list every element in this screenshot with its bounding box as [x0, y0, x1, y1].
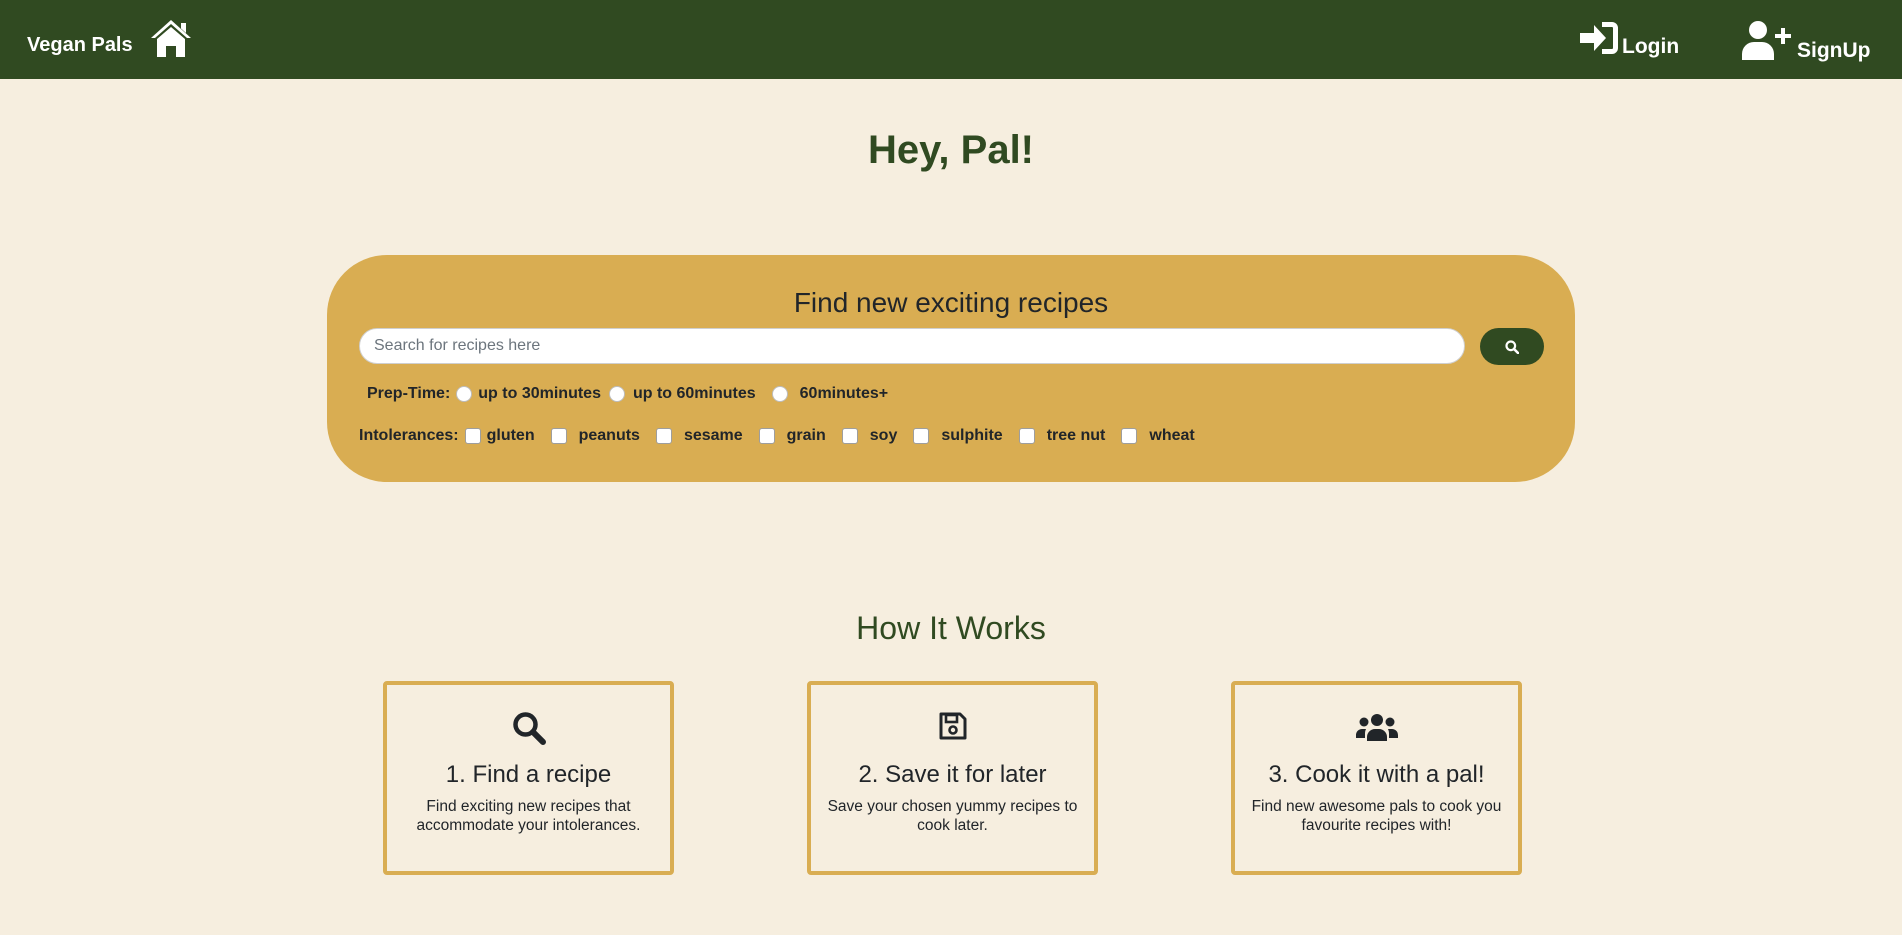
users-icon [1355, 714, 1398, 741]
how-it-works-title: How It Works [856, 610, 1046, 646]
intolerance-label: wheat [1149, 427, 1195, 444]
search-icon [1505, 339, 1519, 354]
checkbox-sesame[interactable] [655, 428, 672, 444]
step-description: Save your chosen yummy recipes to cook l… [827, 798, 1078, 834]
intolerance-option[interactable]: sulphite [913, 427, 1003, 445]
login-link[interactable]: Login [1578, 20, 1680, 58]
step-card-cook: 3. Cook it with a pal! Find new awesome … [1231, 681, 1522, 875]
radio-30min[interactable] [456, 386, 473, 402]
intolerance-label: gluten [486, 427, 535, 444]
prep-option-label: 60minutes+ [799, 385, 889, 402]
intolerance-option[interactable]: sesame [655, 427, 743, 445]
checkbox-gluten[interactable] [464, 428, 481, 444]
search-input[interactable] [359, 328, 1465, 364]
prep-option[interactable]: 60minutes+ [771, 385, 889, 403]
checkbox-peanuts[interactable] [550, 428, 567, 444]
search-heading: Find new exciting recipes [793, 287, 1109, 318]
save-icon [939, 712, 966, 740]
intolerance-option[interactable]: tree nut [1018, 427, 1106, 445]
radio-60min[interactable] [608, 386, 625, 402]
step-card-save: 2. Save it for later Save your chosen yu… [807, 681, 1098, 875]
intolerance-label: sulphite [941, 427, 1003, 444]
checkbox-grain[interactable] [758, 428, 775, 444]
search-button[interactable] [1480, 328, 1544, 365]
login-label: Login [1622, 35, 1680, 58]
checkbox-sulphite[interactable] [913, 428, 930, 444]
step-description: Find new awesome pals to cook you favour… [1251, 798, 1502, 834]
step-title: 3. Cook it with a pal! [1268, 761, 1485, 788]
intolerance-option[interactable]: grain [758, 427, 826, 445]
prep-option-label: up to 60minutes [632, 385, 756, 402]
intolerance-option[interactable]: gluten [464, 427, 535, 445]
intolerance-option[interactable]: wheat [1121, 427, 1195, 445]
checkbox-soy[interactable] [841, 428, 858, 444]
prep-time-filter: Prep-Time: up to 30minutes up to 60minut… [367, 385, 904, 403]
step-title: 2. Save it for later [858, 761, 1047, 788]
intolerances-filter: Intolerances: gluten peanuts sesame grai… [359, 427, 1211, 445]
prep-time-label: Prep-Time: [367, 385, 451, 402]
intolerance-option[interactable]: peanuts [550, 427, 640, 445]
prep-option[interactable]: up to 60minutes [608, 385, 756, 403]
step-title: 1. Find a recipe [445, 761, 612, 788]
prep-option[interactable]: up to 30minutes [456, 385, 601, 403]
sign-in-icon [1580, 22, 1618, 54]
intolerance-label: peanuts [578, 427, 640, 444]
user-plus-icon [1742, 21, 1791, 60]
intolerances-label: Intolerances: [359, 427, 459, 444]
prep-option-label: up to 30minutes [478, 385, 601, 402]
navbar: Vegan Pals Login SignUp [0, 0, 1902, 79]
intolerance-label: tree nut [1046, 427, 1106, 444]
signup-link[interactable]: SignUp [1741, 20, 1871, 62]
page-title: Hey, Pal! [868, 128, 1034, 172]
step-description: Find exciting new recipes that accommoda… [416, 798, 641, 834]
checkbox-tree-nut[interactable] [1018, 428, 1035, 444]
step-card-find: 1. Find a recipe Find exciting new recip… [383, 681, 674, 875]
radio-60min-plus[interactable] [771, 386, 788, 402]
signup-label: SignUp [1797, 39, 1871, 62]
brand-link[interactable]: Vegan Pals [27, 34, 133, 57]
intolerance-label: sesame [683, 427, 743, 444]
intolerance-label: grain [786, 427, 826, 444]
search-card: Find new exciting recipes Prep-Time: up … [327, 255, 1575, 482]
intolerance-option[interactable]: soy [841, 427, 898, 445]
home-icon[interactable] [148, 17, 194, 59]
checkbox-wheat[interactable] [1121, 428, 1138, 444]
search-icon [512, 712, 546, 745]
intolerance-label: soy [869, 427, 898, 444]
